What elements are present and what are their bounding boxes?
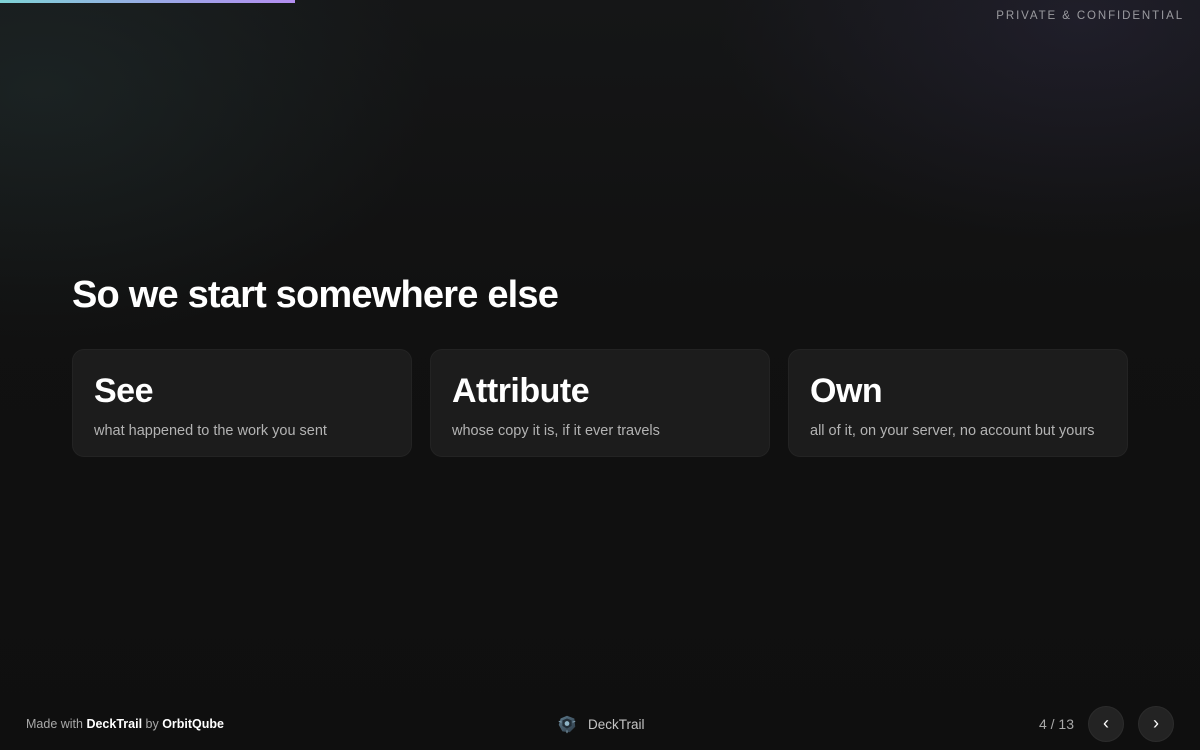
next-slide-button[interactable]: › (1138, 706, 1174, 742)
card-row: See what happened to the work you sent A… (72, 349, 1128, 457)
previous-slide-button[interactable]: ‹ (1088, 706, 1124, 742)
card-title: Attribute (452, 372, 590, 410)
card-see: See what happened to the work you sent (72, 349, 412, 457)
card-attribute: Attribute whose copy it is, if it ever t… (430, 349, 770, 457)
company-link[interactable]: OrbitQube (162, 717, 224, 731)
brand-name: DeckTrail (588, 716, 645, 732)
confidential-label: PRIVATE & CONFIDENTIAL (996, 10, 1184, 22)
card-subtitle: all of it, on your server, no account bu… (810, 423, 1095, 439)
page-indicator: 4 / 13 (1038, 716, 1074, 732)
card-title: See (94, 372, 154, 410)
slide-heading: So we start somewhere else (72, 274, 559, 316)
progress-bar (0, 0, 296, 3)
by-text: by (142, 717, 163, 731)
product-link[interactable]: DeckTrail (86, 717, 142, 731)
decktrail-logo-icon (558, 715, 576, 734)
card-own: Own all of it, on your server, no accoun… (788, 349, 1128, 457)
card-subtitle: whose copy it is, if it ever travels (452, 423, 660, 439)
slide-stage: PRIVATE & CONFIDENTIAL So we start somew… (0, 0, 1200, 750)
made-with-prefix: Made with (26, 717, 87, 731)
card-subtitle: what happened to the work you sent (94, 423, 327, 439)
made-with-credit: Made with DeckTrail by OrbitQube (26, 717, 224, 731)
card-title: Own (810, 372, 883, 410)
brand: DeckTrail (556, 712, 645, 736)
